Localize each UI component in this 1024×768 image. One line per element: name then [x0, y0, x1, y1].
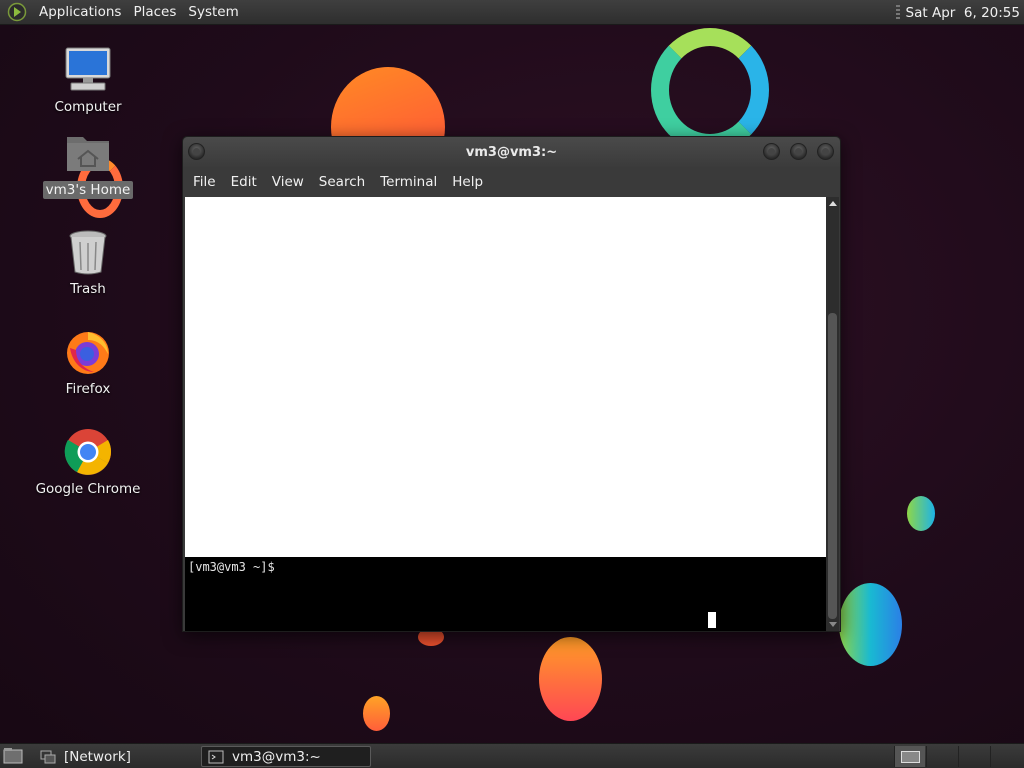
menu-edit[interactable]: Edit — [225, 174, 266, 190]
home-folder-icon — [62, 127, 114, 179]
computer-icon — [62, 44, 114, 96]
wallpaper-large-teal-blob — [839, 583, 902, 666]
minimize-button[interactable] — [763, 143, 780, 160]
terminal-scrollbar[interactable] — [826, 197, 839, 631]
desktop-icon-label: Firefox — [65, 381, 111, 397]
workspace-4[interactable] — [990, 746, 1024, 767]
close-button[interactable] — [817, 143, 834, 160]
terminal-content-area[interactable]: [vm3@vm3 ~]$ — [185, 197, 827, 631]
menu-view[interactable]: View — [266, 174, 313, 190]
system-menu[interactable]: System — [182, 4, 244, 20]
panel-grip-handle[interactable] — [895, 4, 900, 21]
window-menu-button[interactable] — [188, 143, 205, 160]
menu-help[interactable]: Help — [446, 174, 492, 190]
top-panel: Applications Places System Sat Apr 6, 20… — [0, 0, 1024, 25]
desktop-icon-label: Google Chrome — [35, 481, 141, 497]
desktop-icon-home[interactable]: vm3's Home — [33, 127, 143, 199]
terminal-menubar: File Edit View Search Terminal Help — [183, 167, 840, 197]
wallpaper-small-orange-oval — [363, 696, 390, 731]
clock[interactable]: Sat Apr 6, 20:55 — [906, 5, 1024, 21]
scroll-up-arrow-icon[interactable] — [826, 197, 839, 209]
firefox-icon — [62, 326, 114, 378]
desktop-icon-firefox[interactable]: Firefox — [33, 326, 143, 398]
chrome-icon — [62, 426, 114, 478]
shell-prompt: [vm3@vm3 ~]$ — [188, 560, 275, 574]
text-cursor — [708, 612, 716, 628]
window-titlebar[interactable]: vm3@vm3:~ — [183, 137, 840, 167]
workspace-3[interactable] — [958, 746, 989, 767]
workspace-1[interactable] — [894, 746, 925, 767]
terminal-blank-region — [185, 197, 827, 557]
taskbar-label: [Network] — [64, 748, 131, 765]
trash-icon — [62, 226, 114, 278]
scroll-down-arrow-icon[interactable] — [826, 619, 839, 631]
wallpaper-orange-oval — [539, 637, 602, 721]
taskbar-network[interactable]: [Network] — [34, 746, 198, 767]
menu-file[interactable]: File — [187, 174, 225, 190]
places-menu[interactable]: Places — [127, 4, 182, 20]
workspace-2[interactable] — [926, 746, 957, 767]
menu-terminal[interactable]: Terminal — [374, 174, 446, 190]
workspace-window-thumbnail — [901, 751, 920, 763]
show-desktop-icon[interactable] — [2, 745, 24, 767]
desktop-icon-trash[interactable]: Trash — [33, 226, 143, 298]
desktop-icon-label: Trash — [70, 281, 106, 297]
desktop-icon-chrome[interactable]: Google Chrome — [33, 426, 143, 498]
maximize-button[interactable] — [790, 143, 807, 160]
network-window-icon — [40, 750, 56, 764]
wallpaper-green-ring — [651, 28, 769, 152]
wallpaper-small-teal-blob — [907, 496, 935, 531]
applications-menu[interactable]: Applications — [33, 4, 127, 20]
distro-logo-icon[interactable] — [7, 2, 27, 22]
taskbar-terminal[interactable]: vm3@vm3:~ — [201, 746, 371, 767]
desktop-icon-computer[interactable]: Computer — [33, 44, 143, 116]
desktop-icon-label: Computer — [54, 99, 122, 115]
window-title: vm3@vm3:~ — [465, 144, 558, 160]
bottom-panel: [Network] vm3@vm3:~ — [0, 743, 1024, 768]
desktop-icon-label: vm3's Home — [42, 181, 134, 199]
terminal-icon — [208, 750, 224, 764]
scrollbar-thumb[interactable] — [828, 313, 837, 619]
menu-search[interactable]: Search — [313, 174, 374, 190]
terminal-window[interactable]: vm3@vm3:~ File Edit View Search Terminal… — [182, 136, 841, 632]
taskbar-label: vm3@vm3:~ — [232, 748, 321, 765]
